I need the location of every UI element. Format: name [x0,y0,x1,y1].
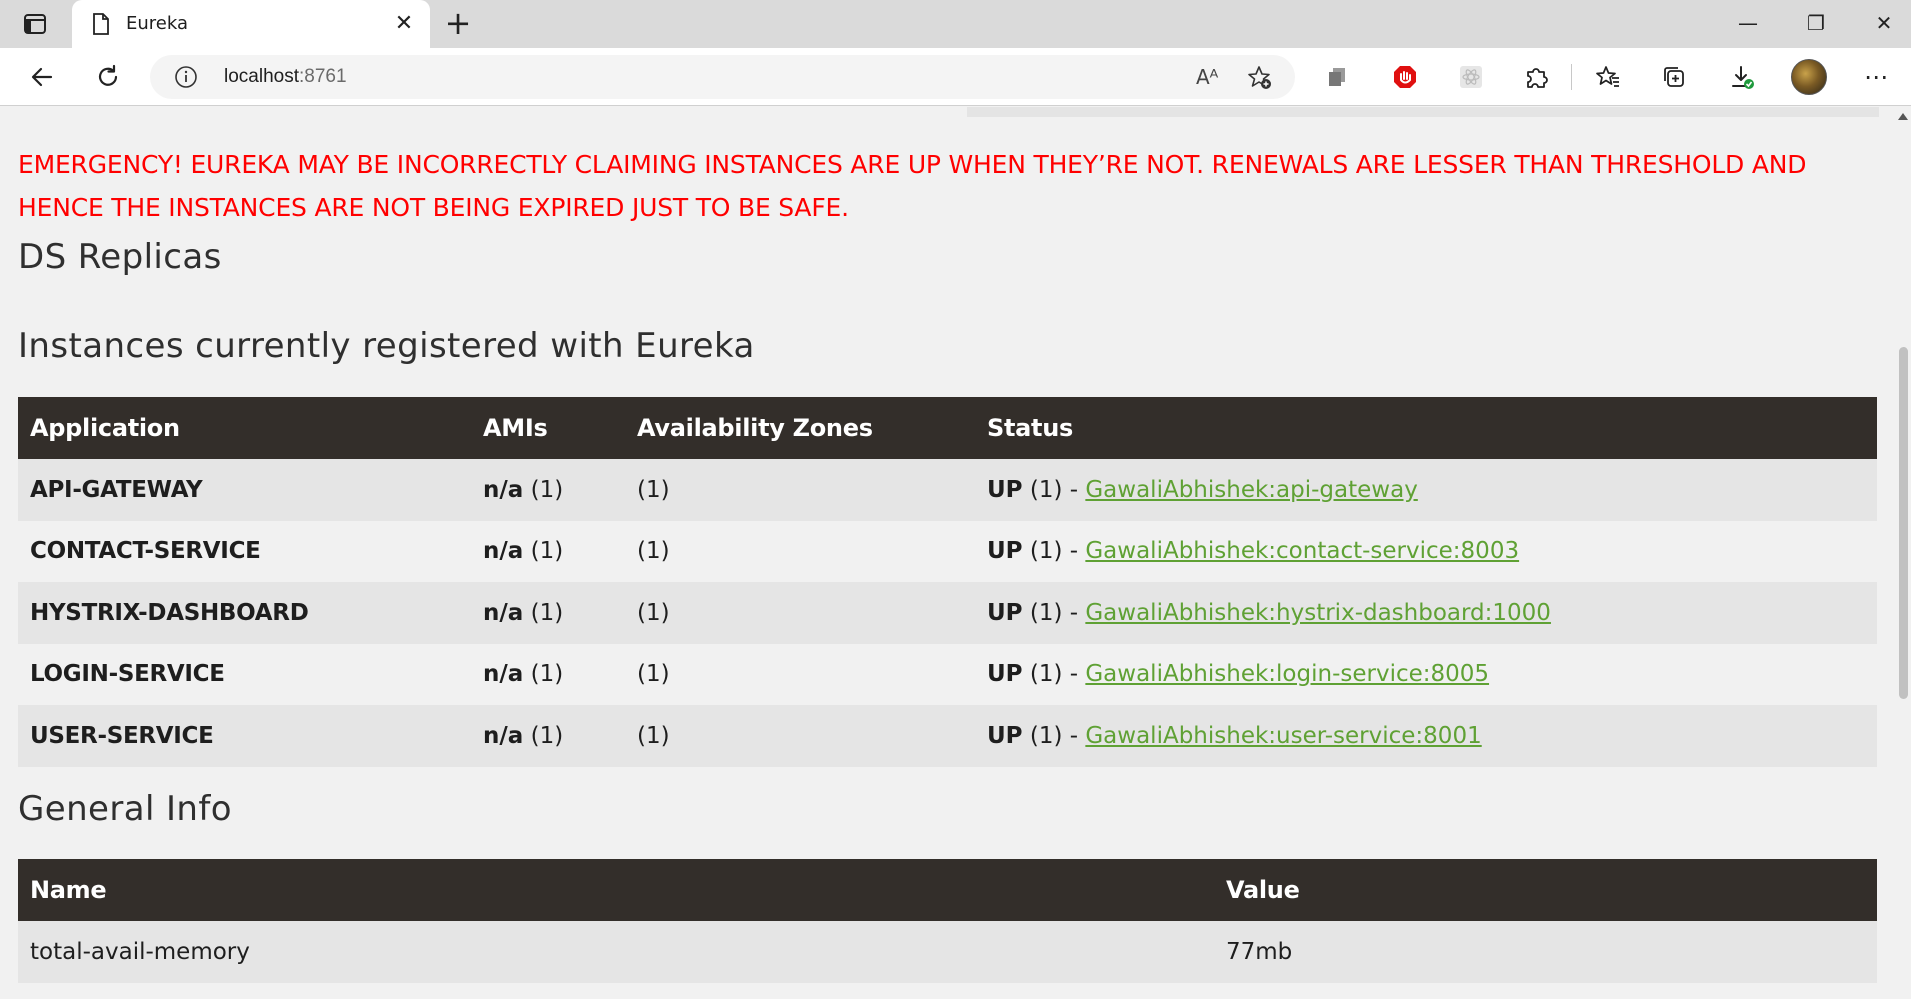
info-name: total-avail-memory [18,921,1214,983]
downloads-icon[interactable] [1726,61,1758,93]
collections-extension-icon[interactable] [1322,61,1354,93]
general-info-heading: General Info [18,789,232,829]
status-cell: UP (1) - GawaliAbhishek:api-gateway [975,459,1877,521]
application-name: LOGIN-SERVICE [18,643,471,705]
zones-cell: (1) [625,643,975,705]
tab-actions-icon[interactable] [20,12,50,36]
instances-heading: Instances currently registered with Eure… [18,326,755,366]
top-strip [967,107,1879,117]
page-content: EMERGENCY! EUREKA MAY BE INCORRECTLY CLA… [0,107,1895,999]
collections-icon[interactable] [1658,61,1690,93]
instance-link[interactable]: GawaliAbhishek:user-service:8001 [1085,723,1481,749]
amis-cell: n/a (1) [471,643,625,705]
browser-toolbar: localhost:8761 Aᴬ ⋯ [0,48,1911,106]
instances-table: Application AMIs Availability Zones Stat… [18,397,1877,767]
instance-link[interactable]: GawaliAbhishek:contact-service:8003 [1085,538,1519,564]
info-value: 77mb [1214,921,1877,983]
profile-avatar[interactable] [1791,59,1827,95]
zones-cell: (1) [625,520,975,582]
close-window-button[interactable]: ✕ [1862,8,1906,38]
new-tab-button[interactable]: + [444,7,472,39]
table-row: LOGIN-SERVICE n/a (1) (1) UP (1) - Gawal… [18,643,1877,705]
amis-cell: n/a (1) [471,520,625,582]
favorites-icon[interactable] [1592,61,1624,93]
page-icon [93,13,109,35]
table-row: USER-SERVICE n/a (1) (1) UP (1) - Gawali… [18,705,1877,767]
zones-cell: (1) [625,459,975,521]
emergency-banner: EMERGENCY! EUREKA MAY BE INCORRECTLY CLA… [18,150,1807,222]
active-tab[interactable]: Eureka ✕ [72,0,430,48]
add-favorite-icon[interactable] [1246,64,1274,92]
zones-cell: (1) [625,705,975,767]
adblock-icon[interactable] [1389,61,1421,93]
status-cell: UP (1) - GawaliAbhishek:hystrix-dashboar… [975,582,1877,644]
maximize-button[interactable]: ❐ [1794,8,1838,38]
application-name: CONTACT-SERVICE [18,520,471,582]
amis-cell: n/a (1) [471,459,625,521]
more-menu-icon[interactable]: ⋯ [1860,61,1892,93]
table-row: API-GATEWAY n/a (1) (1) UP (1) - GawaliA… [18,459,1877,521]
refresh-icon[interactable] [92,61,124,93]
tab-close-icon[interactable]: ✕ [392,12,416,36]
table-row: HYSTRIX-DASHBOARD n/a (1) (1) UP (1) - G… [18,582,1877,644]
instance-link[interactable]: GawaliAbhishek:login-service:8005 [1085,661,1489,687]
ds-replicas-heading: DS Replicas [18,237,222,277]
col-amis: AMIs [471,397,625,459]
address-bar[interactable]: localhost:8761 Aᴬ [150,55,1295,99]
status-cell: UP (1) - GawaliAbhishek:user-service:800… [975,705,1877,767]
instance-link[interactable]: GawaliAbhishek:hystrix-dashboard:1000 [1085,600,1551,626]
site-info-icon[interactable] [174,65,198,89]
col-status: Status [975,397,1877,459]
zones-cell: (1) [625,582,975,644]
react-devtools-icon[interactable] [1455,61,1487,93]
status-cell: UP (1) - GawaliAbhishek:contact-service:… [975,520,1877,582]
minimize-button[interactable]: — [1726,8,1770,38]
amis-cell: n/a (1) [471,705,625,767]
tab-title: Eureka [126,13,188,34]
col-value: Value [1214,859,1877,921]
application-name: HYSTRIX-DASHBOARD [18,582,471,644]
table-row: total-avail-memory 77mb [18,921,1877,983]
general-info-table: Name Value total-avail-memory 77mb [18,859,1877,983]
tab-strip: Eureka ✕ + — ❐ ✕ [0,0,1911,48]
back-arrow-icon[interactable] [26,61,58,93]
toolbar-divider [1571,64,1572,90]
instances-header-row: Application AMIs Availability Zones Stat… [18,397,1877,459]
extensions-puzzle-icon[interactable] [1520,61,1552,93]
read-aloud-icon[interactable]: Aᴬ [1196,65,1218,89]
url-text[interactable]: localhost:8761 [224,66,347,88]
scroll-thumb[interactable] [1899,347,1908,699]
amis-cell: n/a (1) [471,582,625,644]
instance-link[interactable]: GawaliAbhishek:api-gateway [1085,477,1417,503]
status-cell: UP (1) - GawaliAbhishek:login-service:80… [975,643,1877,705]
col-name: Name [18,859,1214,921]
scroll-up-icon[interactable] [1898,113,1908,120]
col-application: Application [18,397,471,459]
application-name: API-GATEWAY [18,459,471,521]
page-scrollbar[interactable] [1895,107,1911,999]
table-row: CONTACT-SERVICE n/a (1) (1) UP (1) - Gaw… [18,520,1877,582]
application-name: USER-SERVICE [18,705,471,767]
general-header-row: Name Value [18,859,1877,921]
col-availability-zones: Availability Zones [625,397,975,459]
